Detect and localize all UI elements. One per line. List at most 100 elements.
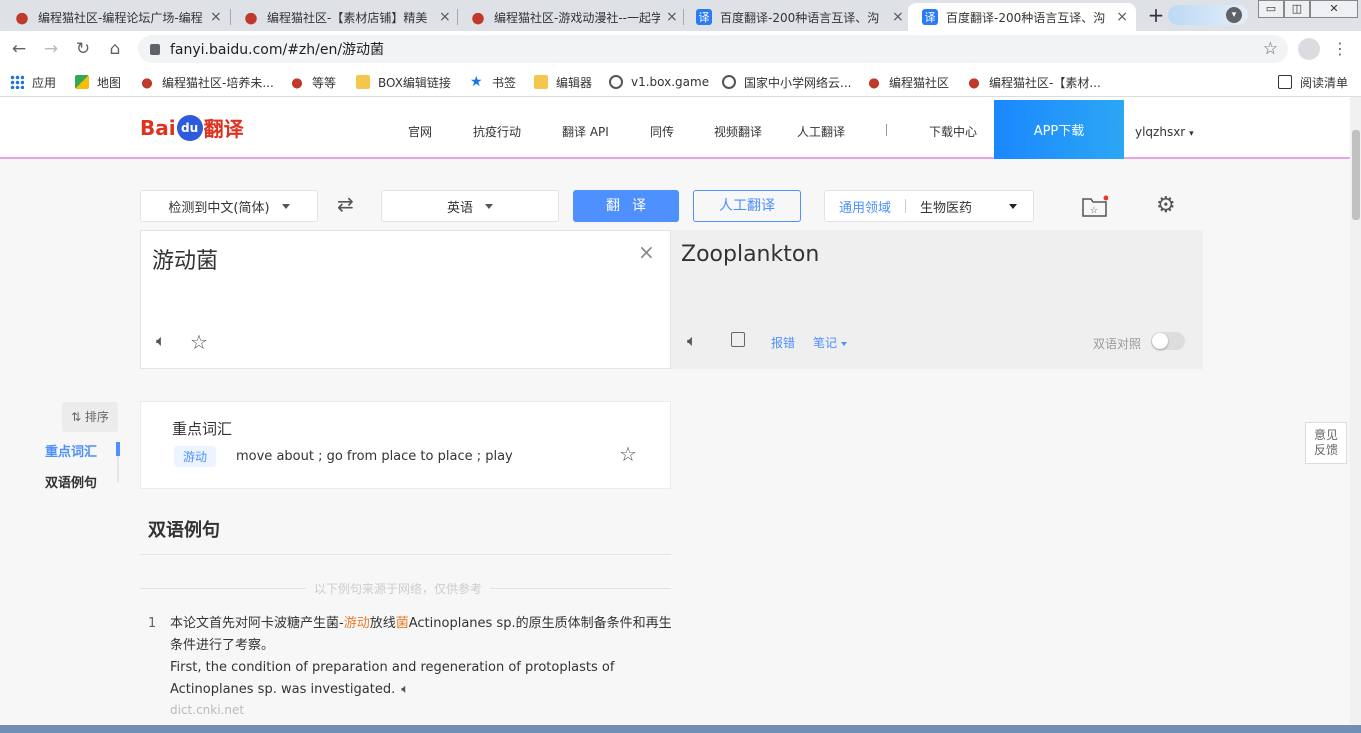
bookmark-label: 应用 (32, 75, 57, 90)
domain-general-label: 通用领域 (839, 200, 892, 216)
favorites-folder-icon[interactable]: ☆ (1082, 195, 1108, 217)
nav-official-site[interactable]: 官网 (408, 123, 432, 140)
logo-text: Bai (140, 115, 176, 140)
browser-tab[interactable]: 编程猫社区-游戏动漫社--一起学 × (456, 3, 686, 31)
bookmark-item[interactable]: 编程猫社区-培养未... (140, 74, 274, 90)
star-icon[interactable]: ☆ (619, 442, 637, 466)
swap-languages-icon[interactable]: ⇄ (337, 192, 354, 216)
bookmark-label: 国家中小学网络云... (744, 75, 852, 90)
close-icon[interactable]: × (892, 9, 904, 25)
translation-output: Zooplankton 🔈︎ 报错 笔记 双语对照 (671, 230, 1203, 369)
bookmark-item[interactable]: 国家中小学网络云... (722, 74, 851, 90)
baidu-translate-logo[interactable]: Bai du 翻译 (140, 113, 244, 142)
gear-icon[interactable]: ⚙ (1156, 193, 1176, 218)
source-text-area[interactable]: 游动菌 × 🔈︎ ☆ (140, 230, 671, 369)
sort-button[interactable]: ⇅ 排序 (62, 402, 118, 432)
tab-title: 编程猫社区-编程论坛广场-编程 (38, 10, 203, 25)
copy-icon[interactable] (731, 332, 745, 347)
bookmark-apps[interactable]: 应用 (10, 74, 56, 90)
translate-button[interactable]: 翻译 (573, 190, 679, 222)
bookmark-label: 编程猫社区-【素材... (989, 75, 1101, 90)
report-error-link[interactable]: 报错 (771, 334, 795, 351)
logo-text: 翻译 (203, 117, 244, 141)
sidebar-item-key-vocab[interactable]: 重点词汇 (45, 441, 97, 460)
bookmark-folder[interactable]: BOX编辑链接 (356, 74, 451, 90)
source-language-select[interactable]: 检测到中文(简体) (140, 190, 318, 222)
close-icon[interactable]: × (439, 9, 451, 25)
bookmark-star-icon[interactable]: ☆ (1263, 39, 1278, 59)
cat-icon (867, 75, 881, 89)
nav-api[interactable]: 翻译 API (562, 123, 609, 140)
example-chinese: 本论文首先对阿卡波糖产生菌-游动放线菌Actinoplanes sp.的原生质体… (170, 613, 675, 657)
forward-icon[interactable]: → (41, 39, 61, 59)
human-translate-button[interactable]: 人工翻译 (693, 190, 801, 222)
bookmark-maps[interactable]: 地图 (75, 74, 121, 90)
account-icon[interactable] (1298, 38, 1320, 60)
tab-title: 百度翻译-200种语言互译、沟 (946, 10, 1106, 25)
browser-tab[interactable]: 编程猫社区-【素材店铺】精美 × (229, 3, 459, 31)
domain-selected-value: 生物医药 (920, 200, 973, 216)
back-icon[interactable]: ← (9, 39, 29, 59)
bookmark-item[interactable]: 编程猫社区-【素材... (967, 74, 1101, 90)
globe-icon (722, 75, 736, 89)
examples-heading: 双语例句 (148, 520, 220, 541)
bookmark-folder[interactable]: 编辑器 (534, 74, 592, 90)
address-bar-row: ← → ↻ ⌂ fanyi.baidu.com/#zh/en/游动菌 ☆ ⋮ (0, 31, 1361, 67)
browser-tab-active[interactable]: 译 百度翻译-200种语言互译、沟 × (908, 3, 1136, 31)
more-menu-icon[interactable]: ⋮ (1332, 39, 1348, 58)
nav-video-translate[interactable]: 视频翻译 (714, 123, 762, 140)
star-icon[interactable]: ☆ (190, 330, 208, 354)
close-icon[interactable]: × (210, 9, 222, 25)
bookmark-item[interactable]: v1.box.game (609, 74, 709, 90)
nav-divider (886, 124, 887, 136)
bookmark-item[interactable]: 编程猫社区 (867, 74, 949, 90)
user-menu[interactable]: ylqzhsxr ▾ (1135, 125, 1194, 139)
example-highlight: 游动 (343, 616, 370, 631)
nav-download-center[interactable]: 下载中心 (929, 123, 977, 140)
bookmark-label: 地图 (97, 75, 122, 90)
reload-icon[interactable]: ↻ (73, 39, 93, 59)
nav-interpretation[interactable]: 同传 (650, 123, 674, 140)
home-icon[interactable]: ⌂ (105, 39, 125, 59)
bookmark-item[interactable]: ★ 书签 (470, 74, 516, 90)
bilingual-toggle[interactable] (1151, 332, 1185, 350)
minimize-button[interactable]: ▭ (1258, 0, 1284, 18)
scrollbar-thumb[interactable] (1352, 130, 1360, 220)
browser-tab[interactable]: 译 百度翻译-200种语言互译、沟 × (682, 3, 912, 31)
url-input[interactable]: fanyi.baidu.com/#zh/en/游动菌 ☆ (138, 35, 1288, 63)
example-source: dict.cnki.net (170, 703, 245, 717)
target-language-select[interactable]: 英语 (381, 190, 559, 222)
maximize-button[interactable]: ◫ (1284, 0, 1310, 18)
vocab-word[interactable]: 游动 (174, 446, 217, 467)
browser-tab[interactable]: 编程猫社区-编程论坛广场-编程 × (0, 3, 230, 31)
app-download-button[interactable]: APP下载 (994, 100, 1124, 159)
url-text: fanyi.baidu.com/#zh/en/游动菌 (170, 42, 385, 58)
speaker-icon[interactable]: 🔈︎ (687, 331, 697, 351)
feedback-button[interactable]: 意见 反馈 (1305, 422, 1347, 464)
example-number: 1 (148, 616, 157, 631)
key-vocab-card: 重点词汇 游动 move about ; go from place to pl… (140, 401, 671, 489)
domain-select[interactable]: 通用领域 生物医药 (824, 190, 1034, 222)
close-icon[interactable]: × (666, 9, 678, 25)
reading-list[interactable]: 阅读清单 (1278, 74, 1348, 90)
tab-title: 编程猫社区-游戏动漫社--一起学 (494, 10, 660, 25)
example-text: 放线 (369, 616, 396, 631)
source-language-value: 检测到中文(简体) (168, 200, 270, 216)
speaker-icon[interactable]: 🔈︎ (401, 682, 409, 697)
close-icon[interactable]: × (1116, 9, 1128, 25)
close-icon[interactable]: × (638, 240, 655, 264)
speaker-icon[interactable]: 🔈︎ (156, 331, 166, 351)
target-language-value: 英语 (446, 200, 473, 216)
source-text[interactable]: 游动菌 (152, 243, 218, 275)
new-tab-button[interactable]: + (1145, 5, 1167, 27)
close-window-button[interactable]: ✕ (1310, 0, 1358, 18)
nav-human-translate[interactable]: 人工翻译 (797, 123, 845, 140)
notes-dropdown[interactable]: 笔记 (813, 334, 848, 351)
bookmark-label: 编辑器 (556, 75, 593, 90)
tab-search-icon[interactable]: ▾ (1226, 7, 1242, 23)
nav-anti-epidemic[interactable]: 抗疫行动 (473, 123, 521, 140)
sidebar-item-examples[interactable]: 双语例句 (45, 472, 97, 491)
example-text: First, the condition of preparation and … (170, 660, 615, 697)
bookmark-item[interactable]: 等等 (290, 74, 336, 90)
example-text: 本论文首先对阿卡波糖产生菌- (170, 616, 344, 631)
